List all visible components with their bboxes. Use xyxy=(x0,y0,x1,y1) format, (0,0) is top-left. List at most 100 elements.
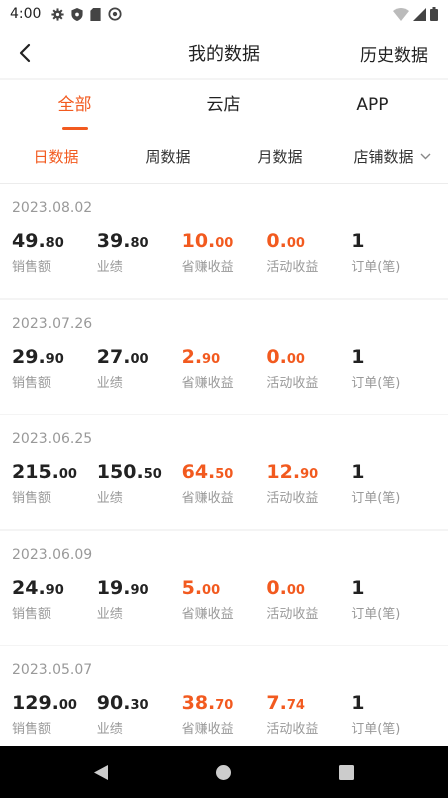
records-list: 2023.08.02 49.80 销售额 39.80 业绩 10.00 省赚收益 0.… xyxy=(0,184,448,760)
record-metrics: 24.90 销售额 19.90 业绩 5.00 省赚收益 0.00 活动收益 1 订单(笔… xyxy=(12,575,436,622)
filter-store-dropdown[interactable]: 店铺数据 xyxy=(336,146,448,167)
square-recents-icon xyxy=(339,764,355,780)
status-icons xyxy=(51,7,123,21)
save-earn-dec: 00 xyxy=(202,582,221,598)
activity-label: 活动收益 xyxy=(266,375,319,391)
activity-label: 活动收益 xyxy=(266,722,319,737)
orders-label: 订单(笔) xyxy=(351,375,401,391)
wifi-icon xyxy=(393,7,409,21)
orders-value: 1 xyxy=(351,345,365,368)
list-item[interactable]: 2023.05.07 129.00 销售额 90.30 业绩 38.70 省赚收益 7… xyxy=(0,646,448,760)
system-recents-button[interactable] xyxy=(327,752,367,792)
activity-int: 0. xyxy=(266,230,287,252)
system-nav-bar xyxy=(0,746,448,798)
sales-int: 129. xyxy=(12,692,59,714)
source-tabs: 全部 云店 APP xyxy=(0,80,448,130)
circle-home-icon xyxy=(216,764,232,780)
system-home-button[interactable] xyxy=(204,752,244,792)
sales-label: 销售额 xyxy=(12,606,52,622)
performance-int: 27. xyxy=(96,345,131,368)
metric-save-earn: 10.00 省赚收益 xyxy=(182,228,267,275)
performance-label: 业绩 xyxy=(96,606,123,622)
metric-performance: 39.80 业绩 xyxy=(97,228,182,275)
sales-dec: 80 xyxy=(45,236,64,251)
metric-orders: 1 订单(笔) xyxy=(351,575,436,622)
tab-all[interactable]: 全部 xyxy=(0,80,149,130)
metric-sales: 24.90 销售额 xyxy=(12,575,97,622)
orders-value: 1 xyxy=(351,692,365,714)
performance-int: 39. xyxy=(96,230,131,252)
orders-label: 订单(笔) xyxy=(351,260,401,275)
sync-icon xyxy=(108,7,123,21)
triangle-back-icon xyxy=(94,764,109,780)
save-earn-int: 38. xyxy=(181,692,216,714)
orders-value: 1 xyxy=(351,230,365,252)
save-earn-dec: 50 xyxy=(215,467,234,482)
sales-int: 215. xyxy=(12,461,59,483)
performance-int: 19. xyxy=(96,576,131,599)
system-back-button[interactable] xyxy=(81,752,121,792)
record-date: 2023.08.02 xyxy=(12,200,93,216)
filter-weekly[interactable]: 周数据 xyxy=(112,146,224,167)
save-earn-dec: 00 xyxy=(215,236,234,251)
metric-performance: 27.00 业绩 xyxy=(97,344,182,391)
performance-int: 150. xyxy=(96,461,144,483)
save-earn-label: 省赚收益 xyxy=(181,606,234,622)
save-earn-int: 5. xyxy=(181,576,203,599)
metric-save-earn: 64.50 省赚收益 xyxy=(182,459,267,506)
sales-label: 销售额 xyxy=(12,491,52,506)
signal-icon xyxy=(413,7,426,21)
sales-label: 销售额 xyxy=(12,375,52,391)
metric-orders: 1 订单(笔) xyxy=(351,344,436,391)
sales-dec: 00 xyxy=(58,698,77,713)
record-date: 2023.06.09 xyxy=(12,546,93,563)
list-item[interactable]: 2023.08.02 49.80 销售额 39.80 业绩 10.00 省赚收益 0.… xyxy=(0,184,448,298)
performance-dec: 50 xyxy=(143,467,162,482)
orders-label: 订单(笔) xyxy=(351,491,401,506)
save-earn-dec: 70 xyxy=(215,698,234,713)
orders-label: 订单(笔) xyxy=(351,606,401,622)
activity-dec: 00 xyxy=(286,351,305,367)
list-item[interactable]: 2023.07.26 29.90 销售额 27.00 业绩 2.90 省赚收益 0.0… xyxy=(0,299,448,414)
filter-monthly[interactable]: 月数据 xyxy=(224,146,336,167)
activity-label: 活动收益 xyxy=(266,606,319,622)
filter-store-label: 店铺数据 xyxy=(353,148,414,166)
metric-orders: 1 订单(笔) xyxy=(351,228,436,275)
performance-label: 业绩 xyxy=(96,491,123,506)
back-button[interactable] xyxy=(0,28,50,78)
orders-value: 1 xyxy=(351,576,365,599)
performance-dec: 00 xyxy=(130,351,149,367)
activity-int: 12. xyxy=(266,461,301,483)
activity-dec: 90 xyxy=(300,467,319,482)
performance-dec: 30 xyxy=(130,698,149,713)
nav-bar: 我的数据 历史数据 xyxy=(0,28,448,78)
record-metrics: 29.90 销售额 27.00 业绩 2.90 省赚收益 0.00 活动收益 1 订单(笔… xyxy=(12,344,436,391)
metric-orders: 1 订单(笔) xyxy=(351,690,436,737)
metric-performance: 19.90 业绩 xyxy=(97,575,182,622)
metric-sales: 49.80 销售额 xyxy=(12,228,97,275)
screen: 4:00 我的数据 历史数据 全部 云店 APP 日数据 周数据 月数据 店铺数… xyxy=(0,0,448,798)
back-arrow-icon xyxy=(19,43,31,63)
orders-value: 1 xyxy=(351,461,365,483)
save-earn-int: 10. xyxy=(181,230,216,252)
performance-label: 业绩 xyxy=(96,260,123,275)
record-metrics: 49.80 销售额 39.80 业绩 10.00 省赚收益 0.00 活动收益 1 订单(… xyxy=(12,228,436,275)
filter-daily[interactable]: 日数据 xyxy=(0,146,112,167)
tab-cloud-store[interactable]: 云店 xyxy=(149,80,298,130)
sales-dec: 90 xyxy=(45,351,64,367)
save-earn-int: 2. xyxy=(181,345,203,368)
chevron-down-icon xyxy=(420,153,430,160)
sales-int: 29. xyxy=(12,345,46,368)
list-item[interactable]: 2023.06.09 24.90 销售额 19.90 业绩 5.00 省赚收益 0.0… xyxy=(0,530,448,645)
record-date: 2023.06.25 xyxy=(12,431,93,447)
metric-sales: 215.00 销售额 xyxy=(12,459,97,506)
metric-orders: 1 订单(笔) xyxy=(351,459,436,506)
list-item[interactable]: 2023.06.25 215.00 销售额 150.50 业绩 64.50 省赚收益 … xyxy=(0,415,448,529)
metric-sales: 129.00 销售额 xyxy=(12,690,97,737)
tab-app[interactable]: APP xyxy=(298,80,447,130)
sales-int: 24. xyxy=(12,576,46,599)
history-data-button[interactable]: 历史数据 xyxy=(360,41,428,66)
orders-label: 订单(笔) xyxy=(351,722,401,737)
metric-activity: 0.00 活动收益 xyxy=(266,575,351,622)
save-earn-label: 省赚收益 xyxy=(181,722,234,737)
